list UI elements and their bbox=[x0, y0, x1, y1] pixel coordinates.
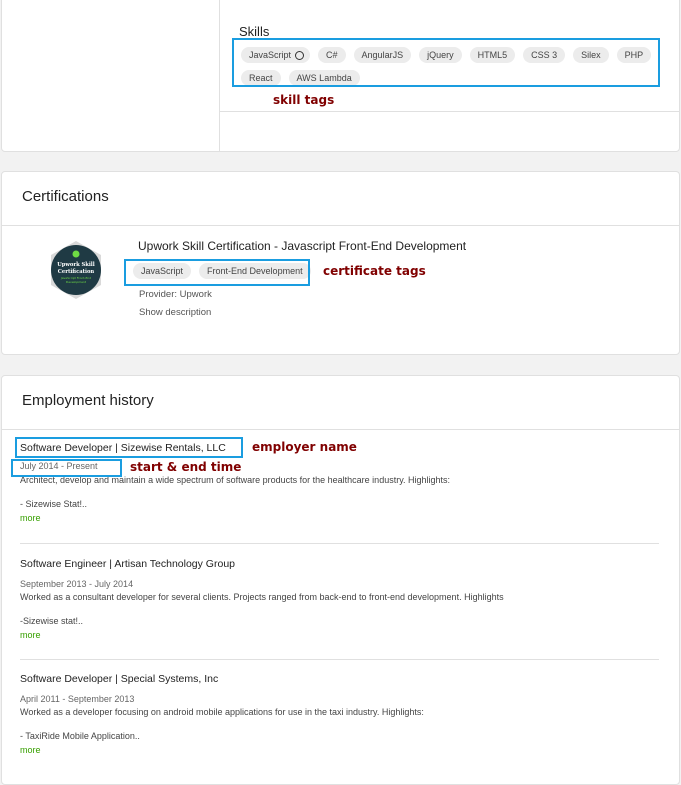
employment-item: Software Engineer | Artisan Technology G… bbox=[20, 558, 660, 640]
job-title: Software Engineer | Artisan Technology G… bbox=[20, 558, 235, 570]
employment-divider bbox=[20, 543, 659, 544]
show-description-link[interactable]: Show description bbox=[139, 307, 211, 318]
employment-divider bbox=[20, 659, 659, 660]
employer-name-highlight bbox=[15, 437, 243, 458]
start-end-time-annotation: start & end time bbox=[130, 460, 242, 474]
certificate-tags-highlight bbox=[124, 259, 310, 286]
skill-tags-highlight bbox=[232, 38, 660, 87]
employment-history-divider bbox=[2, 429, 679, 430]
job-snippet: - Sizewise Stat!.. bbox=[20, 499, 88, 509]
job-snippet: - TaxiRide Mobile Application.. bbox=[20, 731, 140, 741]
skill-tags-annotation: skill tags bbox=[273, 93, 335, 107]
job-more-link[interactable]: more bbox=[20, 630, 660, 640]
certification-badge-icon: Upwork Skill Certification JavaScript Fr… bbox=[51, 241, 101, 299]
certifications-title: Certifications bbox=[22, 188, 109, 205]
certificate-tags-annotation: certificate tags bbox=[323, 264, 426, 278]
employment-history-title: Employment history bbox=[22, 392, 154, 409]
badge-text-2: Certification bbox=[58, 269, 95, 275]
job-description: Worked as a developer focusing on androi… bbox=[20, 707, 424, 717]
skills-divider bbox=[220, 111, 679, 112]
badge-text-4: Development bbox=[66, 280, 87, 284]
certification-name: Upwork Skill Certification - Javascript … bbox=[138, 239, 467, 253]
certifications-card: Certifications Upwork Skill Certificatio… bbox=[1, 171, 680, 355]
job-description: Worked as a consultant developer for sev… bbox=[20, 592, 504, 602]
certification-provider: Provider: Upwork bbox=[139, 289, 212, 300]
job-title: Software Developer | Special Systems, In… bbox=[20, 673, 219, 685]
job-more-link[interactable]: more bbox=[20, 745, 660, 755]
job-more-link[interactable]: more bbox=[20, 513, 660, 523]
employment-item: Software Developer | Special Systems, In… bbox=[20, 673, 660, 755]
job-dates: September 2013 - July 2014 bbox=[20, 579, 134, 589]
certifications-divider bbox=[2, 225, 679, 226]
badge-text-1: Upwork Skill bbox=[57, 262, 94, 268]
skills-title: Skills bbox=[239, 24, 270, 39]
start-end-time-highlight bbox=[11, 459, 122, 477]
job-snippet: -Sizewise stat!.. bbox=[20, 616, 84, 626]
employer-name-annotation: employer name bbox=[252, 440, 357, 454]
skills-left-pane bbox=[2, 0, 220, 151]
job-dates: April 2011 - September 2013 bbox=[20, 694, 135, 704]
